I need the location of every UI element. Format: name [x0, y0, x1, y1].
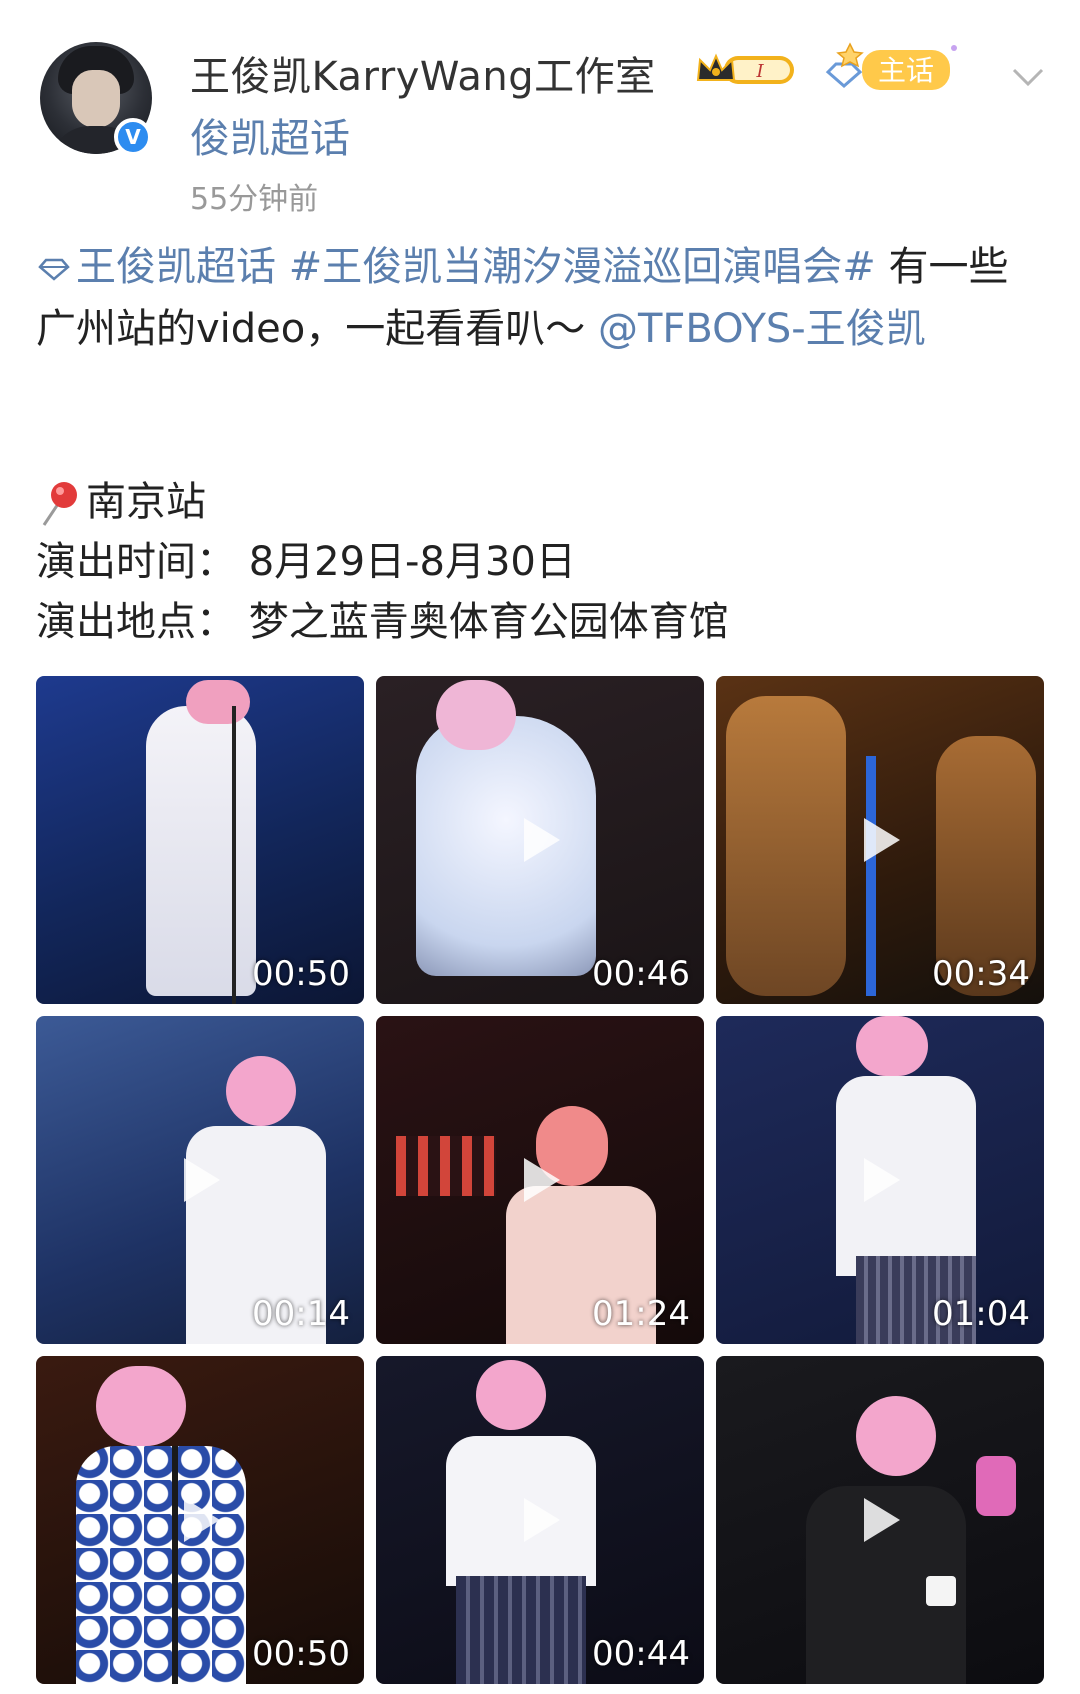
play-icon	[184, 1498, 220, 1542]
play-icon	[184, 1158, 220, 1202]
video-thumbnail[interactable]: 00:14	[36, 1016, 364, 1344]
video-duration: 00:44	[592, 1634, 690, 1674]
video-thumbnail[interactable]: 01:24	[376, 1016, 704, 1344]
video-thumbnail[interactable]: 00:44	[376, 1356, 704, 1684]
level-crown-badge[interactable]: I	[694, 50, 806, 90]
post-time: 55分钟前	[190, 182, 319, 217]
video-duration: 01:04	[932, 1294, 1030, 1334]
super-topic-badge[interactable]: 主话	[820, 38, 962, 98]
concert-info: 南京站 演出时间： 8月29日-8月30日 演出地点： 梦之蓝青奥体育公园体育馆	[36, 472, 1046, 652]
svg-text:I: I	[755, 61, 764, 82]
video-duration: 01:24	[592, 1294, 690, 1334]
video-thumbnail[interactable]: 00:34	[716, 676, 1044, 1004]
play-icon	[524, 1498, 560, 1542]
venue-line: 演出地点： 梦之蓝青奥体育公园体育馆	[36, 599, 729, 645]
author-name[interactable]: 王俊凯KarryWang工作室	[190, 44, 656, 102]
video-duration: 00:34	[932, 954, 1030, 994]
chevron-down-icon[interactable]	[1010, 58, 1046, 94]
mention-link[interactable]: @TFBOYS-王俊凯	[598, 306, 926, 352]
video-duration: 00:14	[252, 1294, 350, 1334]
play-icon	[524, 1158, 560, 1202]
map-pin-icon	[42, 482, 77, 526]
play-icon	[864, 1158, 900, 1202]
video-thumbnail[interactable]	[716, 1356, 1044, 1684]
play-icon	[864, 818, 900, 862]
video-thumbnail[interactable]: 00:50	[36, 676, 364, 1004]
video-thumbnail[interactable]: 00:46	[376, 676, 704, 1004]
source-topic-link[interactable]: 俊凯超话	[190, 106, 350, 164]
video-duration: 00:50	[252, 954, 350, 994]
super-topic-link[interactable]: 王俊凯超话	[36, 244, 276, 290]
play-icon	[864, 1498, 900, 1542]
station-line: 南京站	[36, 472, 1046, 532]
post-content: 王俊凯超话 #王俊凯当潮汐漫溢巡回演唱会# 有一些广州站的video，一起看看叭…	[36, 236, 1046, 360]
super-topic-diamond-icon	[38, 258, 70, 281]
video-duration: 00:46	[592, 954, 690, 994]
video-duration: 00:50	[252, 1634, 350, 1674]
video-thumbnail[interactable]: 00:50	[36, 1356, 364, 1684]
verified-badge-icon: V	[114, 118, 152, 156]
play-icon	[524, 818, 560, 862]
post-header: V 王俊凯KarryWang工作室 I 主话 俊凯超话 55分钟前	[0, 0, 1080, 230]
svg-text:主话: 主话	[878, 54, 934, 87]
video-thumbnail[interactable]: 01:04	[716, 1016, 1044, 1344]
hashtag-link[interactable]: #王俊凯当潮汐漫溢巡回演唱会#	[289, 244, 876, 290]
show-time-line: 演出时间： 8月29日-8月30日	[36, 539, 576, 585]
